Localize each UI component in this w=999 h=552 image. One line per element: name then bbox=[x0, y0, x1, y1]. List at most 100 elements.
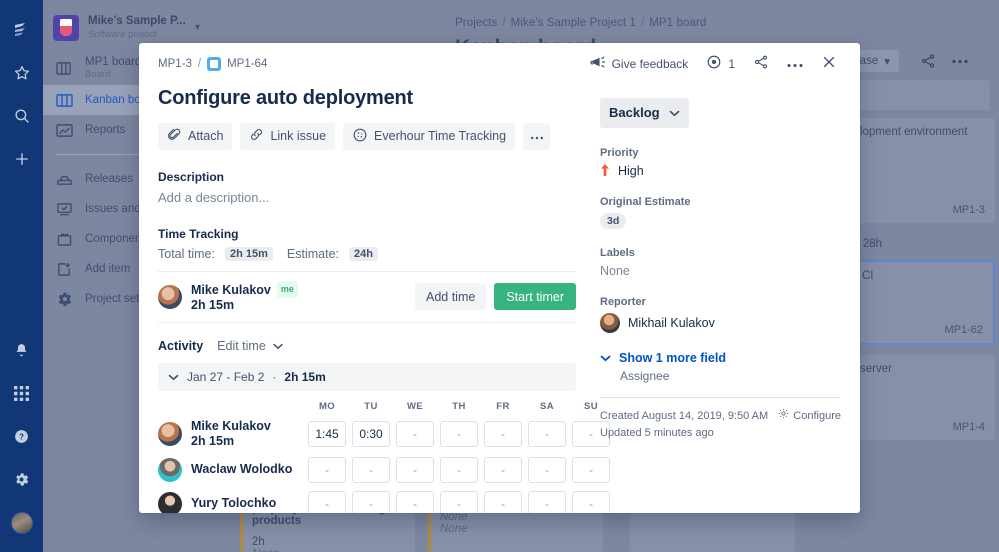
board-card[interactable]: server MP1-4 bbox=[850, 355, 995, 440]
breadcrumb-current-issue[interactable]: MP1-64 bbox=[227, 58, 267, 70]
app-switcher-icon[interactable] bbox=[0, 372, 43, 415]
worker-time: 2h 15m bbox=[191, 298, 298, 313]
timesheet-cell[interactable]: - bbox=[396, 421, 434, 447]
attach-button[interactable]: Attach bbox=[158, 123, 232, 150]
timesheet-cell[interactable]: - bbox=[528, 421, 566, 447]
jira-logo-icon[interactable] bbox=[0, 8, 43, 51]
chevron-down-icon[interactable]: ▾ bbox=[195, 22, 200, 33]
issue-action-buttons: Attach Link issue Everhour Time Tracking bbox=[158, 123, 576, 150]
board-card-key: MP1-3 bbox=[953, 204, 985, 216]
show-more-fields-toggle[interactable]: Show 1 more field bbox=[600, 351, 841, 365]
link-issue-button[interactable]: Link issue bbox=[240, 123, 335, 150]
timesheet-cell[interactable]: - bbox=[440, 491, 478, 513]
breadcrumb-parent-issue[interactable]: MP1-3 bbox=[158, 58, 192, 70]
timesheet-cell[interactable]: - bbox=[484, 491, 522, 513]
board-more-icon[interactable] bbox=[948, 50, 972, 72]
board-card-selected[interactable]: CI MP1-62 bbox=[850, 260, 995, 345]
avatar bbox=[158, 422, 182, 446]
modal-breadcrumb: MP1-3 / MP1-64 bbox=[158, 57, 267, 71]
timesheet-row-name: Waclaw Wolodko bbox=[191, 462, 292, 477]
edit-time-label: Edit time bbox=[217, 339, 266, 353]
timesheet-cell[interactable]: - bbox=[528, 457, 566, 483]
reporter-value-row[interactable]: Mikhail Kulakov bbox=[600, 313, 841, 333]
issue-title: Configure auto deployment bbox=[158, 87, 576, 110]
timesheet-cell[interactable]: 0:30 bbox=[352, 421, 390, 447]
configure-button[interactable]: Configure bbox=[778, 408, 841, 425]
timesheet-cell[interactable]: - bbox=[308, 491, 346, 513]
activity-header: Activity Edit time bbox=[158, 339, 576, 353]
issue-more-actions-button[interactable] bbox=[523, 123, 550, 150]
add-time-button[interactable]: Add time bbox=[415, 283, 486, 310]
week-summary-bar[interactable]: Jan 27 - Feb 2 · 2h 15m bbox=[158, 363, 576, 391]
breadcrumb-projects[interactable]: Projects bbox=[455, 17, 497, 29]
chevron-down-icon: ▾ bbox=[884, 54, 890, 68]
show-more-label: Show 1 more field bbox=[619, 351, 726, 365]
timesheet-cell[interactable]: - bbox=[528, 491, 566, 513]
estimate-label: Estimate: bbox=[287, 247, 339, 261]
more-options-button[interactable] bbox=[780, 50, 810, 78]
settings-gear-icon[interactable] bbox=[0, 458, 43, 501]
close-button[interactable] bbox=[814, 50, 844, 78]
updated-text: Updated 5 minutes ago bbox=[600, 425, 714, 442]
everhour-icon bbox=[352, 127, 368, 146]
status-dropdown[interactable]: Backlog bbox=[600, 98, 689, 128]
configure-gear-icon bbox=[778, 408, 789, 425]
create-plus-icon[interactable] bbox=[0, 137, 43, 180]
timesheet-cell[interactable]: - bbox=[352, 491, 390, 513]
timesheet-cell[interactable]: - bbox=[396, 491, 434, 513]
timesheet-row-total: 2h 15m bbox=[191, 434, 271, 449]
estimate-value: 24h bbox=[349, 247, 378, 261]
edit-time-dropdown[interactable]: Edit time bbox=[217, 339, 283, 353]
board-share-icon[interactable] bbox=[916, 50, 940, 72]
description-label: Description bbox=[158, 170, 576, 184]
watch-button[interactable]: 1 bbox=[699, 50, 742, 78]
megaphone-icon bbox=[590, 55, 606, 72]
breadcrumb: Projects/Mike's Sample Project 1/MP1 boa… bbox=[455, 17, 706, 29]
timesheet-cell[interactable]: - bbox=[440, 457, 478, 483]
description-input[interactable]: Add a description... bbox=[158, 190, 576, 205]
board-card-time: 2h bbox=[252, 536, 405, 548]
watch-count: 1 bbox=[728, 57, 735, 71]
original-estimate-value-row[interactable]: 3d bbox=[600, 213, 841, 229]
labels-value[interactable]: None bbox=[600, 264, 841, 278]
breadcrumb-board[interactable]: MP1 board bbox=[649, 17, 706, 29]
app-root: ? Mike's Sample P... Software project ▾ bbox=[0, 0, 999, 552]
give-feedback-button[interactable]: Give feedback bbox=[583, 50, 696, 78]
avatar bbox=[158, 492, 182, 513]
share-icon bbox=[753, 54, 769, 73]
board-card[interactable]: lopment environment MP1-3 bbox=[850, 118, 995, 223]
original-estimate-field: Original Estimate 3d bbox=[600, 196, 841, 229]
everhour-label: Everhour Time Tracking bbox=[374, 129, 506, 143]
everhour-time-tracking-button[interactable]: Everhour Time Tracking bbox=[343, 123, 515, 150]
priority-value-row[interactable]: High bbox=[600, 164, 841, 178]
star-icon[interactable] bbox=[0, 51, 43, 94]
timesheet-row-name: Yury Tolochko bbox=[191, 496, 276, 511]
breadcrumb-project[interactable]: Mike's Sample Project 1 bbox=[511, 17, 636, 29]
help-icon[interactable]: ? bbox=[0, 415, 43, 458]
search-icon[interactable] bbox=[0, 94, 43, 137]
watch-eye-icon bbox=[706, 54, 722, 73]
timesheet-cell[interactable]: 1:45 bbox=[308, 421, 346, 447]
timesheet-cell[interactable]: - bbox=[440, 421, 478, 447]
chevron-down-icon bbox=[600, 351, 611, 365]
share-button[interactable] bbox=[746, 50, 776, 78]
reporter-value: Mikhail Kulakov bbox=[628, 316, 715, 330]
project-settings-icon bbox=[55, 290, 73, 308]
issue-detail-modal: MP1-3 / MP1-64 Give feedback 1 bbox=[139, 43, 860, 513]
profile-avatar[interactable] bbox=[0, 501, 43, 544]
created-row: Created August 14, 2019, 9:50 AM Configu… bbox=[600, 408, 841, 425]
start-timer-button[interactable]: Start timer bbox=[494, 283, 576, 310]
notification-bell-icon[interactable] bbox=[0, 329, 43, 372]
timesheet-row: Yury Tolochko - - - - - - - bbox=[158, 491, 576, 513]
timesheet-cell[interactable]: - bbox=[396, 457, 434, 483]
board-card-text: lopment environment bbox=[860, 126, 967, 138]
timesheet-cell[interactable]: - bbox=[308, 457, 346, 483]
more-options-icon bbox=[530, 129, 544, 143]
time-tracking-summary: Total time: 2h 15m Estimate: 24h bbox=[158, 247, 576, 261]
timesheet-cell[interactable]: - bbox=[484, 421, 522, 447]
modal-body: Configure auto deployment Attach Link is… bbox=[139, 85, 860, 513]
show-more-sub-label: Assignee bbox=[620, 369, 841, 383]
issues-icon bbox=[55, 200, 73, 218]
timesheet-cell[interactable]: - bbox=[352, 457, 390, 483]
timesheet-cell[interactable]: - bbox=[484, 457, 522, 483]
